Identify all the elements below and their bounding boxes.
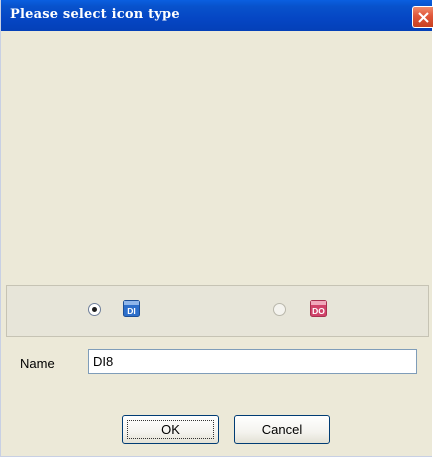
icon-type-panel: DI DO — [6, 285, 429, 337]
do-radio[interactable] — [273, 303, 286, 316]
name-label: Name — [20, 356, 55, 371]
di-icon-label: DI — [127, 306, 136, 316]
close-x-icon — [418, 12, 429, 23]
cancel-button-label: Cancel — [261, 422, 303, 437]
ok-button[interactable]: OK — [122, 415, 219, 444]
do-icon: DO — [310, 300, 327, 317]
select-icon-type-dialog: Please select icon type DI DO Name OK Ca… — [0, 0, 433, 457]
di-radio[interactable] — [88, 303, 101, 316]
do-icon-label: DO — [312, 306, 325, 316]
close-button[interactable] — [412, 6, 433, 28]
name-input[interactable] — [88, 349, 417, 374]
dialog-title: Please select icon type — [10, 7, 180, 22]
ok-button-label: OK — [161, 422, 180, 437]
di-icon: DI — [123, 300, 140, 317]
cancel-button[interactable]: Cancel — [234, 415, 330, 444]
title-bar[interactable]: Please select icon type — [1, 0, 433, 31]
